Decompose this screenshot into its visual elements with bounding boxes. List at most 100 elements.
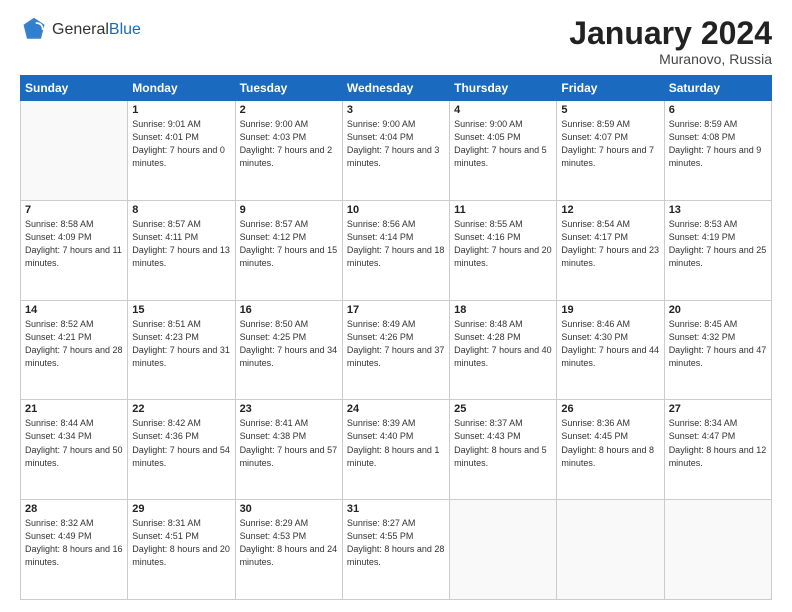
- table-row: 25Sunrise: 8:37 AMSunset: 4:43 PMDayligh…: [450, 400, 557, 500]
- table-row: 14Sunrise: 8:52 AMSunset: 4:21 PMDayligh…: [21, 300, 128, 400]
- table-row: [450, 500, 557, 600]
- week-row-4: 21 Sunrise: 8:44 AMSunset: 4:34 PMDayligh…: [21, 400, 772, 500]
- table-row: 27Sunrise: 8:34 AMSunset: 4:47 PMDayligh…: [664, 400, 771, 500]
- day-detail: Sunrise: 8:44 AMSunset: 4:34 PMDaylight:…: [25, 417, 123, 469]
- day-detail: Sunrise: 9:01 AMSunset: 4:01 PMDaylight:…: [132, 118, 230, 170]
- table-row: [21, 101, 128, 201]
- table-row: 15 Sunrise: 8:51 AMSunset: 4:23 PMDayligh…: [128, 300, 235, 400]
- day-number: 21: [25, 403, 123, 415]
- table-row: [557, 500, 664, 600]
- day-number: 1: [132, 104, 230, 116]
- day-detail: Sunrise: 8:48 AMSunset: 4:28 PMDaylight:…: [454, 318, 552, 370]
- table-row: 24 Sunrise: 8:39 AMSunset: 4:40 PMDayligh…: [342, 400, 449, 500]
- table-row: 23Sunrise: 8:41 AMSunset: 4:38 PMDayligh…: [235, 400, 342, 500]
- table-row: 22 Sunrise: 8:42 AMSunset: 4:36 PMDayligh…: [128, 400, 235, 500]
- day-number: 26: [561, 403, 659, 415]
- table-row: 20 Sunrise: 8:45 AMSunset: 4:32 PMDayligh…: [664, 300, 771, 400]
- day-detail: Sunrise: 8:36 AMSunset: 4:45 PMDaylight:…: [561, 417, 659, 469]
- day-number: 19: [561, 304, 659, 316]
- logo-text: GeneralBlue: [52, 21, 141, 39]
- day-detail: Sunrise: 8:59 AMSunset: 4:07 PMDaylight:…: [561, 118, 659, 170]
- day-number: 8: [132, 204, 230, 216]
- day-number: 20: [669, 304, 767, 316]
- location: Muranovo, Russia: [569, 51, 772, 67]
- day-detail: Sunrise: 8:42 AMSunset: 4:36 PMDaylight:…: [132, 417, 230, 469]
- week-row-1: 1 Sunrise: 9:01 AMSunset: 4:01 PMDaylight…: [21, 101, 772, 201]
- day-number: 30: [240, 503, 338, 515]
- day-detail: Sunrise: 8:53 AMSunset: 4:19 PMDaylight:…: [669, 218, 767, 270]
- logo-icon: [20, 16, 48, 44]
- table-row: 8 Sunrise: 8:57 AMSunset: 4:11 PMDaylight…: [128, 200, 235, 300]
- day-number: 28: [25, 503, 123, 515]
- day-number: 16: [240, 304, 338, 316]
- day-detail: Sunrise: 8:29 AMSunset: 4:53 PMDaylight:…: [240, 517, 338, 569]
- table-row: 18 Sunrise: 8:48 AMSunset: 4:28 PMDayligh…: [450, 300, 557, 400]
- week-row-2: 7 Sunrise: 8:58 AMSunset: 4:09 PMDaylight…: [21, 200, 772, 300]
- day-number: 11: [454, 204, 552, 216]
- logo-general: General: [52, 21, 109, 38]
- day-number: 5: [561, 104, 659, 116]
- table-row: 30 Sunrise: 8:29 AMSunset: 4:53 PMDayligh…: [235, 500, 342, 600]
- day-number: 10: [347, 204, 445, 216]
- day-number: 9: [240, 204, 338, 216]
- day-number: 27: [669, 403, 767, 415]
- day-detail: Sunrise: 8:58 AMSunset: 4:09 PMDaylight:…: [25, 218, 123, 270]
- table-row: 12 Sunrise: 8:54 AMSunset: 4:17 PMDayligh…: [557, 200, 664, 300]
- table-row: 4Sunrise: 9:00 AMSunset: 4:05 PMDaylight…: [450, 101, 557, 201]
- table-row: 13 Sunrise: 8:53 AMSunset: 4:19 PMDayligh…: [664, 200, 771, 300]
- day-detail: Sunrise: 8:37 AMSunset: 4:43 PMDaylight:…: [454, 417, 552, 469]
- day-number: 12: [561, 204, 659, 216]
- day-detail: Sunrise: 8:59 AMSunset: 4:08 PMDaylight:…: [669, 118, 767, 170]
- day-number: 29: [132, 503, 230, 515]
- table-row: 6Sunrise: 8:59 AMSunset: 4:08 PMDaylight…: [664, 101, 771, 201]
- day-detail: Sunrise: 8:32 AMSunset: 4:49 PMDaylight:…: [25, 517, 123, 569]
- table-row: 28 Sunrise: 8:32 AMSunset: 4:49 PMDayligh…: [21, 500, 128, 600]
- day-detail: Sunrise: 8:45 AMSunset: 4:32 PMDaylight:…: [669, 318, 767, 370]
- table-row: 31Sunrise: 8:27 AMSunset: 4:55 PMDayligh…: [342, 500, 449, 600]
- day-detail: Sunrise: 8:51 AMSunset: 4:23 PMDaylight:…: [132, 318, 230, 370]
- table-row: 21 Sunrise: 8:44 AMSunset: 4:34 PMDayligh…: [21, 400, 128, 500]
- header-tuesday: Tuesday: [235, 76, 342, 101]
- table-row: 16 Sunrise: 8:50 AMSunset: 4:25 PMDayligh…: [235, 300, 342, 400]
- day-detail: Sunrise: 8:50 AMSunset: 4:25 PMDaylight:…: [240, 318, 338, 370]
- day-detail: Sunrise: 8:57 AMSunset: 4:12 PMDaylight:…: [240, 218, 338, 270]
- day-detail: Sunrise: 9:00 AMSunset: 4:04 PMDaylight:…: [347, 118, 445, 170]
- day-detail: Sunrise: 8:54 AMSunset: 4:17 PMDaylight:…: [561, 218, 659, 270]
- day-number: 23: [240, 403, 338, 415]
- table-row: [664, 500, 771, 600]
- header-friday: Friday: [557, 76, 664, 101]
- day-number: 4: [454, 104, 552, 116]
- day-detail: Sunrise: 8:31 AMSunset: 4:51 PMDaylight:…: [132, 517, 230, 569]
- table-row: 10Sunrise: 8:56 AMSunset: 4:14 PMDayligh…: [342, 200, 449, 300]
- table-row: 3Sunrise: 9:00 AMSunset: 4:04 PMDaylight…: [342, 101, 449, 201]
- table-row: 5 Sunrise: 8:59 AMSunset: 4:07 PMDaylight…: [557, 101, 664, 201]
- day-detail: Sunrise: 8:46 AMSunset: 4:30 PMDaylight:…: [561, 318, 659, 370]
- table-row: 7 Sunrise: 8:58 AMSunset: 4:09 PMDaylight…: [21, 200, 128, 300]
- table-row: 1 Sunrise: 9:01 AMSunset: 4:01 PMDaylight…: [128, 101, 235, 201]
- day-number: 15: [132, 304, 230, 316]
- table-row: 2Sunrise: 9:00 AMSunset: 4:03 PMDaylight…: [235, 101, 342, 201]
- day-detail: Sunrise: 9:00 AMSunset: 4:03 PMDaylight:…: [240, 118, 338, 170]
- day-number: 24: [347, 403, 445, 415]
- day-number: 7: [25, 204, 123, 216]
- day-detail: Sunrise: 8:39 AMSunset: 4:40 PMDaylight:…: [347, 417, 445, 469]
- title-block: January 2024 Muranovo, Russia: [569, 16, 772, 67]
- day-number: 31: [347, 503, 445, 515]
- day-number: 14: [25, 304, 123, 316]
- header-thursday: Thursday: [450, 76, 557, 101]
- day-number: 13: [669, 204, 767, 216]
- day-detail: Sunrise: 8:49 AMSunset: 4:26 PMDaylight:…: [347, 318, 445, 370]
- header-saturday: Saturday: [664, 76, 771, 101]
- table-row: 11Sunrise: 8:55 AMSunset: 4:16 PMDayligh…: [450, 200, 557, 300]
- table-row: 9 Sunrise: 8:57 AMSunset: 4:12 PMDaylight…: [235, 200, 342, 300]
- day-number: 22: [132, 403, 230, 415]
- header-sunday: Sunday: [21, 76, 128, 101]
- day-detail: Sunrise: 8:57 AMSunset: 4:11 PMDaylight:…: [132, 218, 230, 270]
- page: GeneralBlue January 2024 Muranovo, Russi…: [0, 0, 792, 612]
- month-title: January 2024: [569, 16, 772, 51]
- table-row: 29 Sunrise: 8:31 AMSunset: 4:51 PMDayligh…: [128, 500, 235, 600]
- table-row: 19 Sunrise: 8:46 AMSunset: 4:30 PMDayligh…: [557, 300, 664, 400]
- week-row-3: 14Sunrise: 8:52 AMSunset: 4:21 PMDayligh…: [21, 300, 772, 400]
- header-wednesday: Wednesday: [342, 76, 449, 101]
- day-number: 18: [454, 304, 552, 316]
